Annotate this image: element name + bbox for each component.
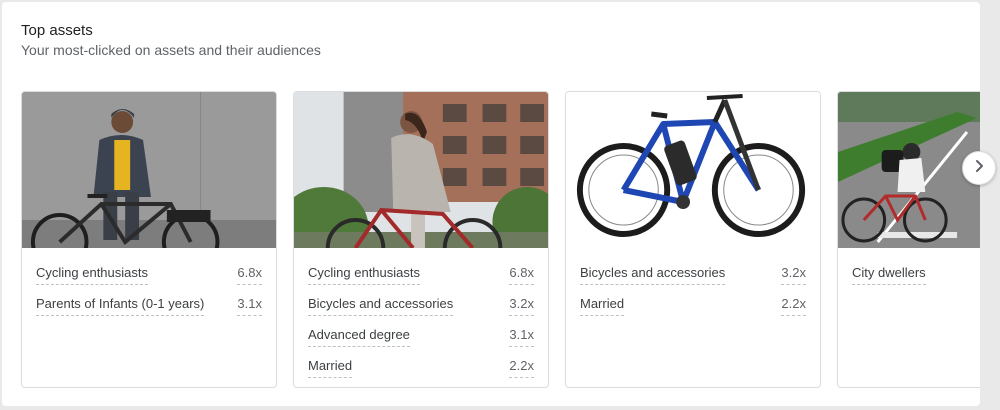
audience-index: 2.2x [509,358,534,378]
man-with-e-bike-image [22,92,276,248]
audience-row: Married 2.2x [308,358,534,378]
audience-index: 6.8x [509,265,534,285]
audience-label: Bicycles and accessories [308,296,454,316]
audience-label: Bicycles and accessories [580,265,726,285]
asset-card-3[interactable]: Bicycles and accessories 3.2x Married 2.… [565,91,821,388]
audience-row: Cycling enthusiasts 6.8x [36,265,262,285]
audience-label: Married [308,358,353,378]
chevron-right-icon [971,158,987,179]
asset-card-1[interactable]: Cycling enthusiasts 6.8x Parents of Infa… [21,91,277,388]
audience-label: Cycling enthusiasts [36,265,148,285]
panel-title: Top assets [21,22,93,39]
audience-index: 3.2x [781,265,806,285]
asset-card-2[interactable]: Cycling enthusiasts 6.8x Bicycles and ac… [293,91,549,388]
audience-index: 3.1x [509,327,534,347]
audience-label: City dwellers [852,265,926,285]
audience-label: Advanced degree [308,327,410,347]
audience-row: Parents of Infants (0-1 years) 3.1x [36,296,262,316]
audience-index: 2.2x [781,296,806,316]
audience-row: Bicycles and accessories 3.2x [580,265,806,285]
audience-row: City dwellers [852,265,980,285]
audience-row: Advanced degree 3.1x [308,327,534,347]
asset-card-4[interactable]: City dwellers [837,91,980,388]
audience-label: Cycling enthusiasts [308,265,420,285]
carousel-next-button[interactable] [962,151,996,185]
audience-row: Married 2.2x [580,296,806,316]
audience-label: Parents of Infants (0-1 years) [36,296,205,316]
city-cyclist-image [838,92,980,248]
woman-riding-bike-image [294,92,548,248]
audience-index: 3.1x [237,296,262,316]
blue-e-mountain-bike-image [566,92,820,248]
panel-subtitle: Your most-clicked on assets and their au… [21,42,321,58]
audience-index: 3.2x [509,296,534,316]
audience-index: 6.8x [237,265,262,285]
audience-row: Cycling enthusiasts 6.8x [308,265,534,285]
audience-row: Bicycles and accessories 3.2x [308,296,534,316]
audience-label: Married [580,296,625,316]
top-assets-panel: Top assets Your most-clicked on assets a… [2,2,980,406]
